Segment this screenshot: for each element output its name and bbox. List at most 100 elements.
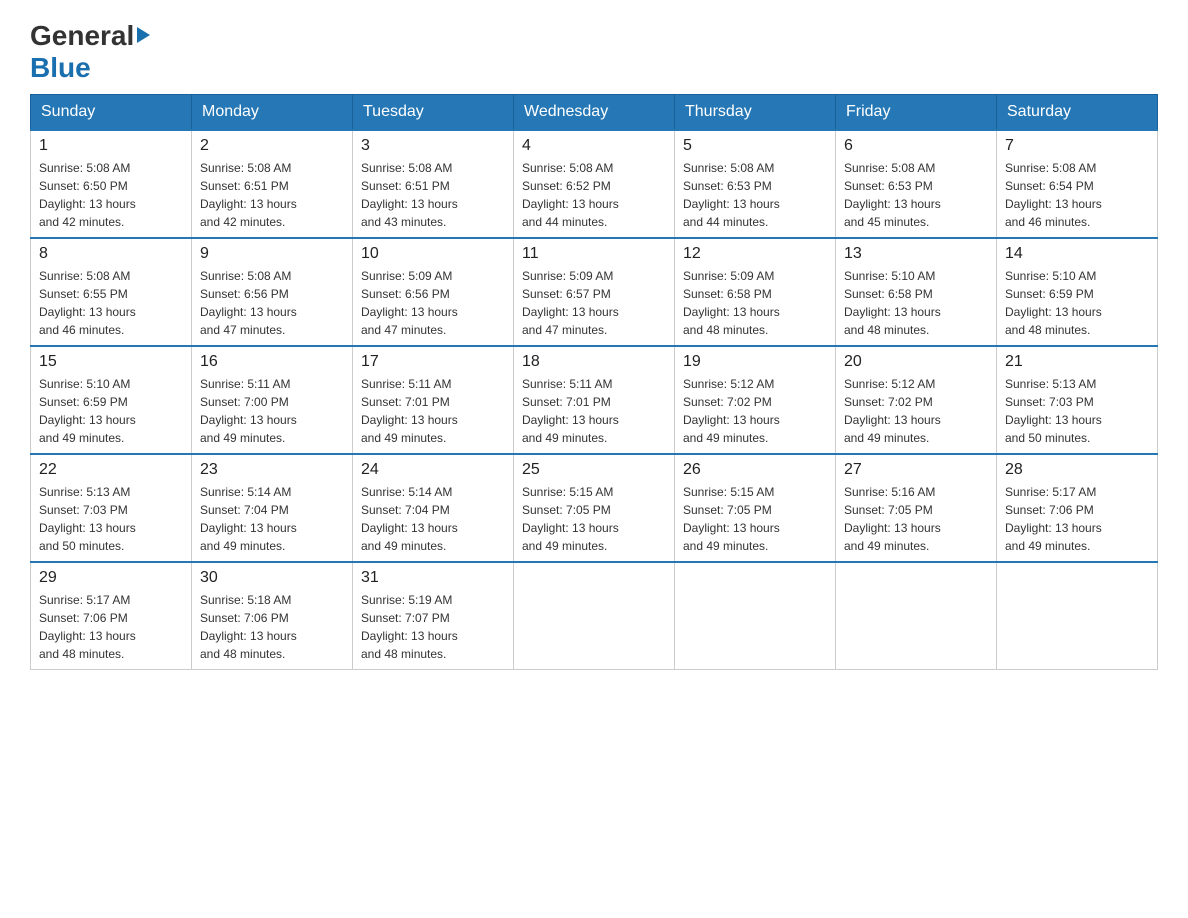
day-info: Sunrise: 5:10 AMSunset: 6:59 PMDaylight:… [1005, 267, 1149, 339]
day-info: Sunrise: 5:11 AMSunset: 7:01 PMDaylight:… [522, 375, 666, 447]
calendar-cell: 27 Sunrise: 5:16 AMSunset: 7:05 PMDayligh… [836, 454, 997, 562]
page-header: General Blue [30, 20, 1158, 84]
calendar-cell: 11 Sunrise: 5:09 AMSunset: 6:57 PMDayligh… [514, 238, 675, 346]
week-row-1: 1 Sunrise: 5:08 AMSunset: 6:50 PMDaylight… [31, 130, 1158, 238]
day-number: 28 [1005, 461, 1149, 479]
day-number: 23 [200, 461, 344, 479]
day-number: 26 [683, 461, 827, 479]
calendar-cell: 9 Sunrise: 5:08 AMSunset: 6:56 PMDaylight… [192, 238, 353, 346]
day-info: Sunrise: 5:17 AMSunset: 7:06 PMDaylight:… [39, 591, 183, 663]
day-info: Sunrise: 5:11 AMSunset: 7:01 PMDaylight:… [361, 375, 505, 447]
day-info: Sunrise: 5:19 AMSunset: 7:07 PMDaylight:… [361, 591, 505, 663]
calendar-cell [675, 562, 836, 670]
day-info: Sunrise: 5:09 AMSunset: 6:57 PMDaylight:… [522, 267, 666, 339]
calendar-cell: 1 Sunrise: 5:08 AMSunset: 6:50 PMDaylight… [31, 130, 192, 238]
day-number: 7 [1005, 137, 1149, 155]
calendar-cell: 8 Sunrise: 5:08 AMSunset: 6:55 PMDaylight… [31, 238, 192, 346]
day-header-thursday: Thursday [675, 95, 836, 131]
day-info: Sunrise: 5:08 AMSunset: 6:53 PMDaylight:… [844, 159, 988, 231]
day-number: 31 [361, 569, 505, 587]
day-info: Sunrise: 5:17 AMSunset: 7:06 PMDaylight:… [1005, 483, 1149, 555]
calendar-cell: 14 Sunrise: 5:10 AMSunset: 6:59 PMDayligh… [997, 238, 1158, 346]
day-info: Sunrise: 5:12 AMSunset: 7:02 PMDaylight:… [683, 375, 827, 447]
calendar-cell: 19 Sunrise: 5:12 AMSunset: 7:02 PMDayligh… [675, 346, 836, 454]
day-header-monday: Monday [192, 95, 353, 131]
day-info: Sunrise: 5:14 AMSunset: 7:04 PMDaylight:… [200, 483, 344, 555]
calendar-cell: 17 Sunrise: 5:11 AMSunset: 7:01 PMDayligh… [353, 346, 514, 454]
day-number: 14 [1005, 245, 1149, 263]
calendar-cell: 16 Sunrise: 5:11 AMSunset: 7:00 PMDayligh… [192, 346, 353, 454]
day-number: 15 [39, 353, 183, 371]
calendar-cell: 26 Sunrise: 5:15 AMSunset: 7:05 PMDayligh… [675, 454, 836, 562]
calendar-cell: 15Sunrise: 5:10 AMSunset: 6:59 PMDayligh… [31, 346, 192, 454]
logo-blue-text: Blue [30, 52, 91, 83]
day-info: Sunrise: 5:08 AMSunset: 6:56 PMDaylight:… [200, 267, 344, 339]
week-row-5: 29 Sunrise: 5:17 AMSunset: 7:06 PMDayligh… [31, 562, 1158, 670]
day-number: 25 [522, 461, 666, 479]
day-info: Sunrise: 5:15 AMSunset: 7:05 PMDaylight:… [683, 483, 827, 555]
day-number: 19 [683, 353, 827, 371]
logo: General Blue [30, 20, 150, 84]
day-header-wednesday: Wednesday [514, 95, 675, 131]
day-info: Sunrise: 5:08 AMSunset: 6:52 PMDaylight:… [522, 159, 666, 231]
day-info: Sunrise: 5:12 AMSunset: 7:02 PMDaylight:… [844, 375, 988, 447]
calendar-cell: 4Sunrise: 5:08 AMSunset: 6:52 PMDaylight… [514, 130, 675, 238]
day-info: Sunrise: 5:15 AMSunset: 7:05 PMDaylight:… [522, 483, 666, 555]
day-header-saturday: Saturday [997, 95, 1158, 131]
calendar-cell [997, 562, 1158, 670]
day-info: Sunrise: 5:14 AMSunset: 7:04 PMDaylight:… [361, 483, 505, 555]
day-number: 10 [361, 245, 505, 263]
day-number: 5 [683, 137, 827, 155]
calendar-cell: 3 Sunrise: 5:08 AMSunset: 6:51 PMDaylight… [353, 130, 514, 238]
day-number: 20 [844, 353, 988, 371]
day-info: Sunrise: 5:08 AMSunset: 6:51 PMDaylight:… [200, 159, 344, 231]
calendar-cell: 6 Sunrise: 5:08 AMSunset: 6:53 PMDaylight… [836, 130, 997, 238]
day-info: Sunrise: 5:18 AMSunset: 7:06 PMDaylight:… [200, 591, 344, 663]
day-number: 16 [200, 353, 344, 371]
day-number: 27 [844, 461, 988, 479]
day-info: Sunrise: 5:08 AMSunset: 6:55 PMDaylight:… [39, 267, 183, 339]
day-number: 8 [39, 245, 183, 263]
day-info: Sunrise: 5:08 AMSunset: 6:50 PMDaylight:… [39, 159, 183, 231]
day-header-tuesday: Tuesday [353, 95, 514, 131]
day-info: Sunrise: 5:13 AMSunset: 7:03 PMDaylight:… [39, 483, 183, 555]
calendar-cell: 7 Sunrise: 5:08 AMSunset: 6:54 PMDaylight… [997, 130, 1158, 238]
calendar-cell: 25 Sunrise: 5:15 AMSunset: 7:05 PMDayligh… [514, 454, 675, 562]
day-number: 6 [844, 137, 988, 155]
calendar-cell: 30Sunrise: 5:18 AMSunset: 7:06 PMDayligh… [192, 562, 353, 670]
day-info: Sunrise: 5:08 AMSunset: 6:51 PMDaylight:… [361, 159, 505, 231]
week-row-4: 22 Sunrise: 5:13 AMSunset: 7:03 PMDayligh… [31, 454, 1158, 562]
calendar-cell: 18 Sunrise: 5:11 AMSunset: 7:01 PMDayligh… [514, 346, 675, 454]
day-header-friday: Friday [836, 95, 997, 131]
header-row: SundayMondayTuesdayWednesdayThursdayFrid… [31, 95, 1158, 131]
calendar-cell: 31 Sunrise: 5:19 AMSunset: 7:07 PMDayligh… [353, 562, 514, 670]
calendar-cell: 2 Sunrise: 5:08 AMSunset: 6:51 PMDaylight… [192, 130, 353, 238]
week-row-2: 8 Sunrise: 5:08 AMSunset: 6:55 PMDaylight… [31, 238, 1158, 346]
calendar-cell: 28 Sunrise: 5:17 AMSunset: 7:06 PMDayligh… [997, 454, 1158, 562]
day-number: 11 [522, 245, 666, 263]
logo-general-text: General [30, 20, 134, 52]
calendar-cell: 5 Sunrise: 5:08 AMSunset: 6:53 PMDaylight… [675, 130, 836, 238]
week-row-3: 15Sunrise: 5:10 AMSunset: 6:59 PMDayligh… [31, 346, 1158, 454]
day-number: 2 [200, 137, 344, 155]
calendar-cell: 29 Sunrise: 5:17 AMSunset: 7:06 PMDayligh… [31, 562, 192, 670]
day-info: Sunrise: 5:08 AMSunset: 6:53 PMDaylight:… [683, 159, 827, 231]
calendar-cell: 24 Sunrise: 5:14 AMSunset: 7:04 PMDayligh… [353, 454, 514, 562]
day-number: 29 [39, 569, 183, 587]
day-number: 1 [39, 137, 183, 155]
day-number: 18 [522, 353, 666, 371]
day-number: 17 [361, 353, 505, 371]
calendar-cell: 12Sunrise: 5:09 AMSunset: 6:58 PMDayligh… [675, 238, 836, 346]
day-number: 3 [361, 137, 505, 155]
day-info: Sunrise: 5:13 AMSunset: 7:03 PMDaylight:… [1005, 375, 1149, 447]
day-number: 24 [361, 461, 505, 479]
calendar-cell: 13Sunrise: 5:10 AMSunset: 6:58 PMDayligh… [836, 238, 997, 346]
calendar-table: SundayMondayTuesdayWednesdayThursdayFrid… [30, 94, 1158, 670]
calendar-cell [514, 562, 675, 670]
day-info: Sunrise: 5:16 AMSunset: 7:05 PMDaylight:… [844, 483, 988, 555]
day-number: 9 [200, 245, 344, 263]
day-number: 22 [39, 461, 183, 479]
day-info: Sunrise: 5:08 AMSunset: 6:54 PMDaylight:… [1005, 159, 1149, 231]
day-info: Sunrise: 5:11 AMSunset: 7:00 PMDaylight:… [200, 375, 344, 447]
calendar-cell [836, 562, 997, 670]
